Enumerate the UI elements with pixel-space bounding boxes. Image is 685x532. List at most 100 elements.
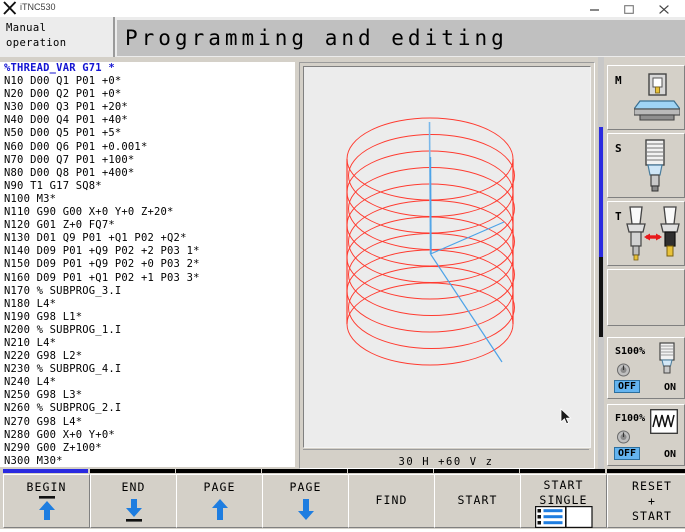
- softkey-label: PAGE: [177, 480, 262, 494]
- program-line[interactable]: N180 L4*: [0, 298, 295, 311]
- page-title: Programming and editing: [125, 26, 508, 50]
- softkey-indicator-bar: [520, 469, 605, 473]
- graphics-panel: 30 H +60 V z: [299, 62, 595, 469]
- softkey-s[interactable]: S: [607, 133, 685, 198]
- toolpath-turn: [349, 267, 515, 349]
- program-line[interactable]: N150 D09 P01 +Q9 P02 +0 P03 2*: [0, 258, 295, 271]
- program-line[interactable]: N260 % SUBPROG_2.I: [0, 402, 295, 415]
- softkey-indicator-bar: [176, 469, 261, 473]
- main-area: %THREAD_VAR G71 *N10 D00 Q1 P01 +0*N20 D…: [0, 57, 685, 469]
- program-line[interactable]: N270 G98 L4*: [0, 416, 295, 429]
- graphics-viewport[interactable]: [303, 66, 591, 448]
- toolpath-3d-render: [304, 67, 590, 447]
- softkey-start-single[interactable]: STARTSINGLE: [520, 474, 607, 528]
- arrow-down-icon: [263, 496, 348, 526]
- program-line[interactable]: %THREAD_VAR G71 *: [0, 62, 295, 75]
- window-title: iTNC530: [20, 2, 56, 12]
- program-line[interactable]: N210 L4*: [0, 337, 295, 350]
- feed-override-label: F100%: [615, 413, 645, 424]
- arrow-up-icon: [177, 496, 262, 526]
- program-listing[interactable]: %THREAD_VAR G71 *N10 D00 Q1 P01 +0*N20 D…: [0, 62, 295, 467]
- softkey-begin[interactable]: BEGIN: [3, 474, 90, 528]
- arrow-down-bar-below-icon: [91, 496, 176, 526]
- block-list-icon: [535, 506, 593, 528]
- program-line[interactable]: N50 D00 Q5 P01 +5*: [0, 127, 295, 140]
- softkey-indicator-bar: [434, 469, 519, 473]
- program-line[interactable]: N130 D01 Q9 P01 +Q1 P02 +Q2*: [0, 232, 295, 245]
- program-line[interactable]: N60 D00 Q6 P01 +0.001*: [0, 141, 295, 154]
- softkey-m-label: M: [615, 74, 622, 87]
- program-line[interactable]: N90 T1 G17 SQ8*: [0, 180, 295, 193]
- graphics-status-text: 30 H +60 V z: [398, 456, 493, 468]
- title-bar: iTNC530: [0, 0, 685, 17]
- feed-override-on[interactable]: ON: [664, 449, 676, 460]
- softkey-label: START: [435, 493, 520, 507]
- maximize-button[interactable]: [613, 0, 645, 17]
- program-line[interactable]: N250 G98 L3*: [0, 389, 295, 402]
- scroll-thumb-inactive[interactable]: [599, 257, 603, 337]
- spindle-override-off[interactable]: OFF: [614, 380, 640, 393]
- program-line[interactable]: N110 G90 G00 X+0 Y+0 Z+20*: [0, 206, 295, 219]
- spindle-override[interactable]: S100% OFF ON: [607, 337, 685, 399]
- program-line[interactable]: N190 G98 L1*: [0, 311, 295, 324]
- arrow-icon: [117, 496, 151, 522]
- mode-line-1: Manual: [6, 22, 46, 34]
- arrow-up-bar-above-icon: [4, 496, 89, 526]
- softkey-start[interactable]: START: [434, 474, 521, 528]
- spindle-icon: [640, 139, 670, 193]
- scroll-thumb-active[interactable]: [599, 127, 603, 257]
- softkey-label: FIND: [349, 493, 434, 507]
- softkey-m[interactable]: M: [607, 65, 685, 130]
- close-button[interactable]: [648, 0, 680, 17]
- softkey-indicator-bar: [90, 469, 175, 473]
- softkey-scroll-indicator[interactable]: [598, 57, 604, 469]
- program-line[interactable]: N70 D00 Q7 P01 +100*: [0, 154, 295, 167]
- program-line[interactable]: N160 D09 P01 +Q1 P02 +1 P03 3*: [0, 272, 295, 285]
- softkey-find[interactable]: FIND: [348, 474, 435, 528]
- softkey-label: PAGE: [263, 480, 348, 494]
- arrow-icon: [203, 496, 237, 522]
- program-line[interactable]: N220 G98 L2*: [0, 350, 295, 363]
- feed-override[interactable]: F100% OFF ON: [607, 404, 685, 466]
- program-line[interactable]: N280 G00 X+0 Y+0*: [0, 429, 295, 442]
- program-line[interactable]: N170 % SUBPROG_3.I: [0, 285, 295, 298]
- spindle-icon: [657, 342, 677, 375]
- softkey-end[interactable]: END: [90, 474, 177, 528]
- softkey-page-up[interactable]: PAGE: [176, 474, 263, 528]
- horizontal-softkey-row: BEGINENDPAGEPAGEFINDSTARTSTARTSINGLERESE…: [0, 469, 685, 529]
- softkey-indicator-bar: [3, 469, 88, 473]
- spindle-override-label: S100%: [615, 346, 645, 357]
- softkey-t[interactable]: T: [607, 201, 685, 266]
- feed-override-off[interactable]: OFF: [614, 447, 640, 460]
- close-icon: [659, 5, 669, 14]
- minimize-button[interactable]: [578, 0, 610, 17]
- program-line[interactable]: N230 % SUBPROG_4.I: [0, 363, 295, 376]
- mode-line-2: operation: [6, 37, 67, 49]
- program-line[interactable]: N290 G00 Z+100*: [0, 442, 295, 455]
- program-line[interactable]: N200 % SUBPROG_1.I: [0, 324, 295, 337]
- arrow-icon: [30, 496, 64, 522]
- program-line[interactable]: N10 D00 Q1 P01 +0*: [0, 75, 295, 88]
- program-line[interactable]: N30 D00 Q3 P01 +20*: [0, 101, 295, 114]
- softkey-label: RESET: [608, 479, 685, 493]
- softkey-reset-start[interactable]: RESET+START: [607, 474, 685, 528]
- program-line[interactable]: N120 G01 Z+0 FQ7*: [0, 219, 295, 232]
- softkey-blank[interactable]: [607, 269, 685, 326]
- program-line[interactable]: N40 D00 Q4 P01 +40*: [0, 114, 295, 127]
- vertical-softkey-column: M S: [598, 57, 685, 469]
- program-line[interactable]: N80 D00 Q8 P01 +400*: [0, 167, 295, 180]
- program-line[interactable]: N100 M3*: [0, 193, 295, 206]
- softkey-indicator-bar: [348, 469, 433, 473]
- softkey-label-3: START: [608, 509, 685, 523]
- program-line[interactable]: N300 M30*: [0, 455, 295, 467]
- program-line[interactable]: N140 D09 P01 +Q9 P02 +2 P03 1*: [0, 245, 295, 258]
- softkey-label: START: [521, 478, 606, 492]
- operating-mode-indicator[interactable]: Manual operation: [0, 17, 115, 57]
- mouse-cursor: [560, 408, 572, 426]
- spindle-override-on[interactable]: ON: [664, 382, 676, 393]
- program-line[interactable]: N240 L4*: [0, 376, 295, 389]
- softkey-page-down[interactable]: PAGE: [262, 474, 349, 528]
- program-line[interactable]: N20 D00 Q2 P01 +0*: [0, 88, 295, 101]
- softkey-t-label: T: [615, 210, 622, 223]
- waveform-icon: [650, 409, 678, 434]
